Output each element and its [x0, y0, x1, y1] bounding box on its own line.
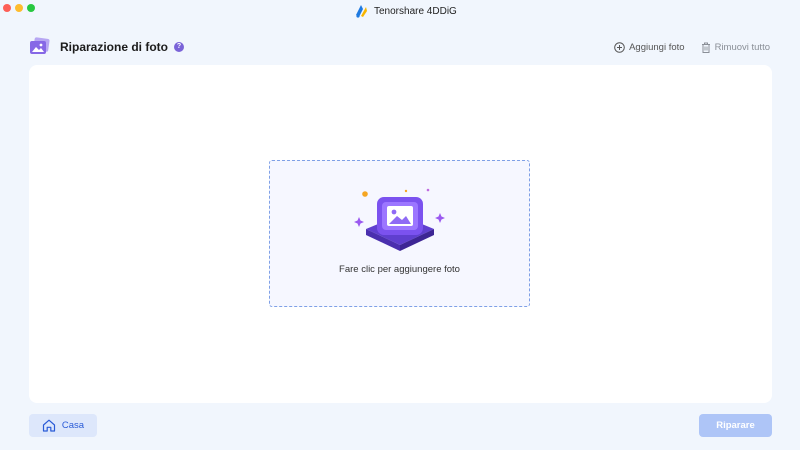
plus-circle-icon	[614, 42, 625, 53]
home-button[interactable]: Casa	[29, 414, 97, 437]
zoom-window-button[interactable]	[27, 4, 35, 12]
add-photo-button[interactable]: Aggiungi foto	[614, 42, 685, 53]
page-header: Riparazione di foto ? Aggiungi foto Rimu…	[28, 36, 772, 60]
image-upload-icon	[354, 188, 445, 251]
page-title-group: Riparazione di foto ?	[28, 36, 184, 58]
app-title: Tenorshare 4DDiG	[353, 2, 457, 20]
photo-stack-icon	[30, 37, 50, 54]
remove-all-button[interactable]: Rimuovi tutto	[701, 42, 770, 53]
trash-icon	[701, 42, 710, 53]
remove-all-label: Rimuovi tutto	[714, 42, 770, 53]
help-icon[interactable]: ?	[174, 42, 184, 52]
close-window-button[interactable]	[3, 4, 11, 12]
repair-button[interactable]: Riparare	[699, 414, 772, 437]
minimize-window-button[interactable]	[15, 4, 23, 12]
header-actions: Aggiungi foto Rimuovi tutto	[614, 42, 770, 53]
4ddig-logo-icon	[356, 5, 367, 18]
dropzone-text: Fare clic per aggiungere foto	[339, 264, 460, 275]
home-button-label: Casa	[61, 420, 85, 431]
home-icon	[42, 419, 56, 432]
app-title-text: Tenorshare 4DDiG	[374, 5, 457, 17]
main-panel: Fare clic per aggiungere foto	[29, 65, 772, 403]
photo-dropzone[interactable]: Fare clic per aggiungere foto	[269, 160, 530, 307]
add-photo-label: Aggiungi foto	[629, 42, 685, 53]
window-titlebar: Tenorshare 4DDiG	[0, 0, 800, 22]
repair-button-label: Riparare	[716, 420, 755, 431]
page-title: Riparazione di foto	[60, 40, 168, 54]
